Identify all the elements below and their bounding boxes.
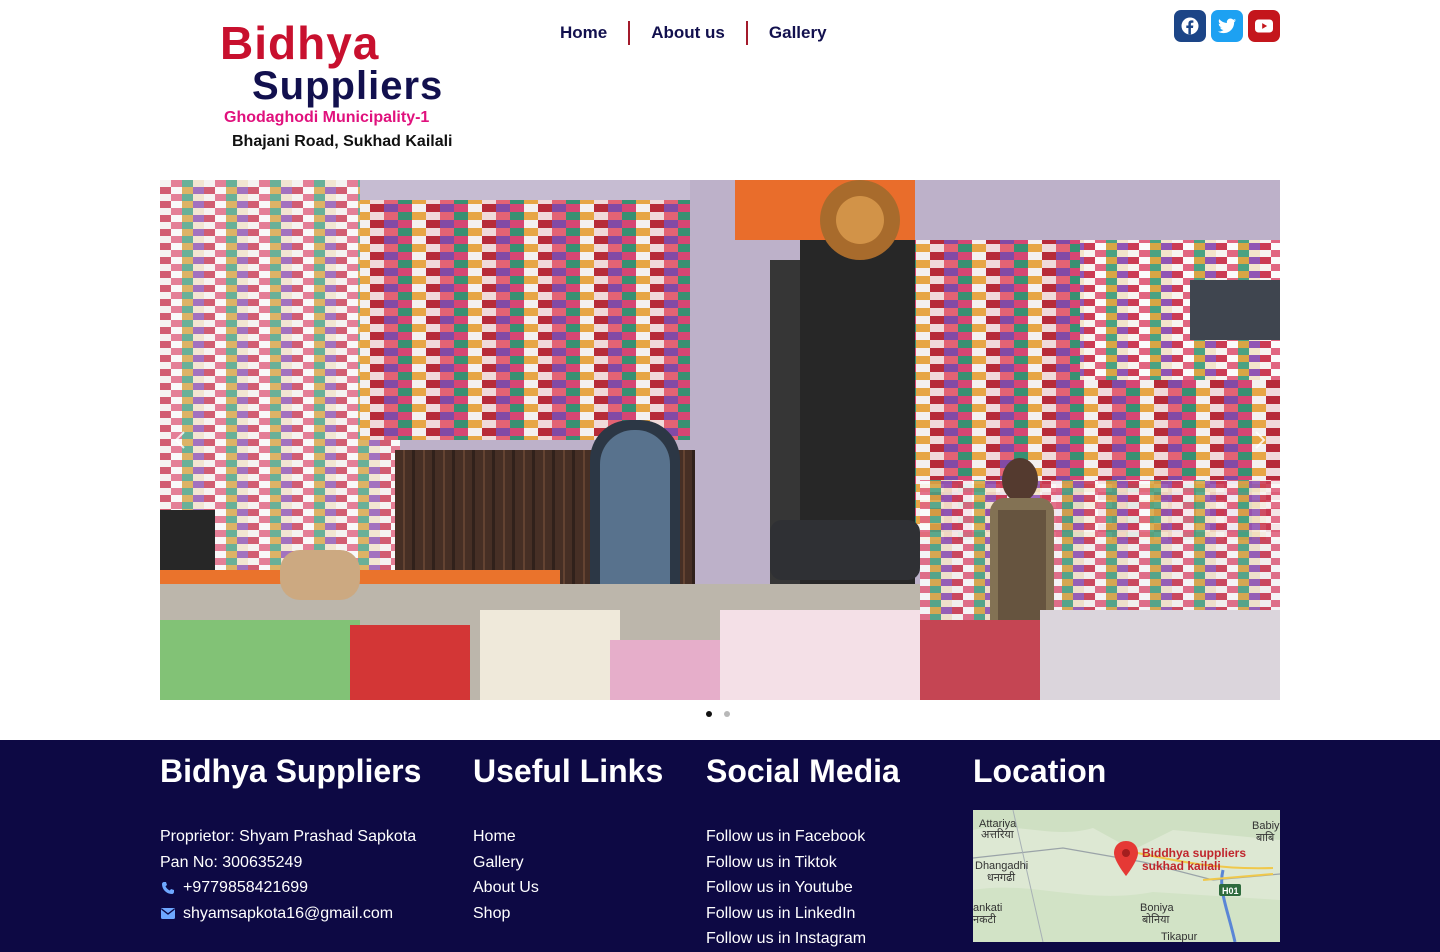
map-background [973, 810, 1280, 942]
map-label-babiy: Babiy [1252, 820, 1280, 832]
site-footer: Bidhya Suppliers Proprietor: Shyam Prash… [0, 740, 1440, 952]
footer-about-column: Bidhya Suppliers Proprietor: Shyam Prash… [160, 740, 421, 926]
logo-line-2: Suppliers [252, 64, 444, 108]
social-icons [1174, 10, 1280, 42]
facebook-button[interactable] [1174, 10, 1206, 42]
image-carousel[interactable] [160, 180, 1280, 700]
nav-gallery[interactable]: Gallery [757, 20, 839, 46]
chevron-right-icon [1255, 431, 1266, 449]
proprietor-text: Proprietor: Shyam Prashad Sapkota [160, 828, 417, 845]
nav-home[interactable]: Home [548, 20, 619, 46]
carousel-dot-2[interactable] [724, 711, 730, 717]
footer-location-heading: Location [973, 753, 1107, 789]
map-pin-label[interactable]: Biddhya suppliers sukhad kailali [1142, 847, 1246, 873]
map-label-babiy-np: बाबि [1256, 832, 1275, 844]
phone-number: +9779858421699 [183, 879, 309, 896]
carousel-dot-1[interactable] [706, 711, 712, 717]
map-label-boniya-np: बोनिया [1142, 914, 1170, 926]
footer-links-heading: Useful Links [473, 753, 664, 789]
map-label-ankati: ankati [973, 902, 1003, 914]
email-row[interactable]: shyamsapkota16@gmail.com [160, 901, 421, 927]
carousel-next-button[interactable] [1250, 430, 1270, 450]
envelope-icon [160, 907, 176, 919]
map-pin-line-2: sukhad kailali [1142, 859, 1221, 873]
youtube-icon [1255, 19, 1273, 33]
twitter-button[interactable] [1211, 10, 1243, 42]
map-road-label: H01 [1222, 886, 1239, 896]
nav-divider [628, 21, 631, 45]
email-address: shyamsapkota16@gmail.com [183, 904, 394, 922]
logo-line-3: Ghodaghodi Municipality-1 [224, 109, 430, 126]
logo-line-4: Bhajani Road, Sukhad Kailali [232, 133, 453, 150]
footer-link-tiktok[interactable]: Follow us in Tiktok [706, 850, 837, 876]
footer-about-heading: Bidhya Suppliers [160, 753, 422, 789]
chevron-left-icon [174, 431, 185, 449]
footer-link-instagram[interactable]: Follow us in Instagram [706, 926, 866, 952]
carousel-pagination [706, 711, 730, 717]
map-label-boniya: Boniya [1140, 902, 1174, 914]
map-label-ankati-np: नकटी [973, 914, 996, 926]
footer-social-column: Social Media Follow us in Facebook Follo… [706, 740, 900, 952]
pan-text: Pan No: 300635249 [160, 853, 303, 871]
carousel-prev-button[interactable] [170, 430, 190, 450]
site-logo[interactable]: Bidhya Suppliers Ghodaghodi Municipality… [220, 18, 460, 158]
map-label-dhangadhi-np: धनगढी [987, 872, 1016, 884]
footer-link-shop[interactable]: Shop [473, 901, 510, 927]
footer-links-column: Useful Links Home Gallery About Us Shop [473, 740, 663, 926]
footer-link-facebook[interactable]: Follow us in Facebook [706, 824, 865, 850]
site-header: Bidhya Suppliers Ghodaghodi Municipality… [0, 0, 1440, 180]
footer-link-linkedin[interactable]: Follow us in LinkedIn [706, 901, 855, 927]
youtube-button[interactable] [1248, 10, 1280, 42]
footer-link-about-us[interactable]: About Us [473, 875, 539, 901]
shop-interior-photo [160, 180, 1280, 700]
map-label-tikapur: Tikapur [1161, 931, 1198, 942]
main-nav: Home About us Gallery [548, 20, 839, 46]
footer-link-youtube[interactable]: Follow us in Youtube [706, 875, 853, 901]
twitter-icon [1218, 18, 1236, 34]
nav-about-us[interactable]: About us [639, 20, 737, 46]
phone-row[interactable]: +9779858421699 [160, 875, 421, 901]
phone-icon [160, 881, 176, 895]
nav-divider [745, 21, 748, 45]
footer-location-column: Location [973, 740, 1106, 790]
location-map[interactable]: Attariya अत्तरिया Dhangadhi धनगढी ankati… [973, 810, 1280, 942]
facebook-icon [1181, 17, 1199, 35]
footer-social-heading: Social Media [706, 753, 900, 789]
logo-line-1: Bidhya [220, 17, 380, 69]
footer-link-home[interactable]: Home [473, 824, 516, 850]
map-label-dhangadhi: Dhangadhi [975, 860, 1029, 872]
map-label-attariya-np: अत्तरिया [981, 829, 1014, 841]
footer-link-gallery[interactable]: Gallery [473, 850, 524, 876]
